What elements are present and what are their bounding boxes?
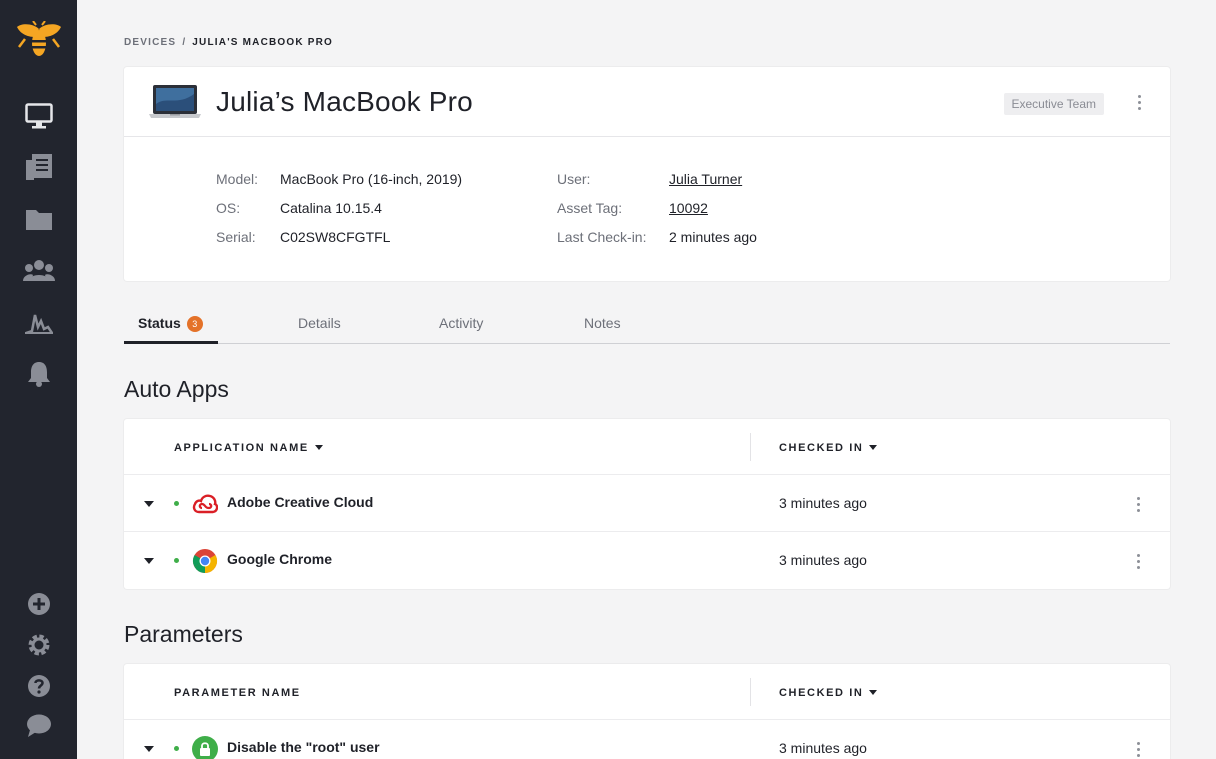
checked-in-time: 3 minutes ago [779, 495, 867, 511]
device-more-options-icon[interactable] [1131, 92, 1147, 112]
parameters-table: Parameter Name Checked In Disable the "r… [124, 664, 1170, 759]
parameter-name: Disable the "root" user [227, 739, 380, 755]
help-icon[interactable] [22, 669, 56, 703]
group-tag[interactable]: Executive Team [1003, 93, 1104, 115]
tab-status-label: Status [138, 315, 181, 331]
tab-notes[interactable]: Notes [584, 315, 621, 331]
breadcrumb-separator: / [182, 37, 187, 48]
parameter-name-column-header[interactable]: Parameter Name [174, 687, 301, 699]
table-header: Application Name Checked In [124, 419, 1170, 475]
row-more-options-icon[interactable] [1130, 494, 1146, 514]
app-name: Google Chrome [227, 551, 333, 567]
status-count-badge: 3 [186, 316, 203, 332]
folder-icon[interactable] [22, 202, 56, 236]
bell-icon[interactable] [22, 357, 56, 391]
users-icon[interactable] [22, 253, 56, 287]
column-label: Parameter Name [174, 687, 301, 699]
sort-caret-icon [869, 690, 878, 695]
page-title: Julia’s MacBook Pro [216, 86, 473, 117]
tab-status[interactable]: Status 3 [138, 315, 203, 332]
breadcrumb-devices-link[interactable]: Devices [124, 37, 176, 48]
expand-caret-icon[interactable] [144, 501, 154, 507]
model-label: Model: [216, 171, 259, 187]
laptop-icon [149, 85, 201, 118]
tab-activity[interactable]: Activity [439, 315, 483, 331]
row-more-options-icon[interactable] [1130, 551, 1146, 571]
auto-apps-table: Application Name Checked In Adobe Creati… [124, 419, 1170, 589]
asset-tag-label: Asset Tag: [557, 200, 623, 216]
serial-label: Serial: [216, 229, 256, 245]
application-name-column-header[interactable]: Application Name [174, 442, 323, 454]
device-card: Julia’s MacBook Pro Executive Team Model… [124, 67, 1170, 281]
checked-in-column-header[interactable]: Checked In [779, 442, 878, 454]
breadcrumb-current: Julia's MacBook Pro [192, 37, 334, 48]
last-checkin-label: Last Check-in: [557, 229, 647, 245]
asset-tag-link[interactable]: 10092 [669, 200, 708, 216]
bee-logo-icon[interactable] [15, 20, 63, 60]
app-name: Adobe Creative Cloud [227, 494, 374, 510]
tab-details[interactable]: Details [298, 315, 341, 331]
breadcrumb: Devices / Julia's MacBook Pro [124, 37, 333, 48]
checked-in-time: 3 minutes ago [779, 740, 867, 756]
column-divider [750, 433, 751, 461]
status-dot [174, 558, 179, 563]
column-label: Checked In [779, 687, 864, 699]
expand-caret-icon[interactable] [144, 746, 154, 752]
status-dot [174, 501, 179, 506]
table-row[interactable]: Adobe Creative Cloud 3 minutes ago [124, 475, 1170, 532]
auto-apps-title: Auto Apps [124, 376, 229, 402]
model-value: MacBook Pro (16-inch, 2019) [280, 171, 463, 187]
column-label: Checked In [779, 442, 864, 454]
expand-caret-icon[interactable] [144, 558, 154, 564]
active-tab-indicator [124, 341, 218, 344]
parameters-title: Parameters [124, 621, 243, 647]
monitor-icon[interactable] [22, 99, 56, 133]
google-chrome-icon [192, 549, 218, 573]
column-label: Application Name [174, 442, 309, 454]
table-row[interactable]: Google Chrome 3 minutes ago [124, 532, 1170, 589]
serial-value: C02SW8CFGTFL [280, 229, 391, 245]
sidebar [0, 0, 77, 759]
status-dot [174, 746, 179, 751]
main-content: Devices / Julia's MacBook Pro Julia’s Ma… [77, 0, 1216, 759]
os-value: Catalina 10.15.4 [280, 200, 382, 216]
table-header: Parameter Name Checked In [124, 664, 1170, 720]
checked-in-column-header[interactable]: Checked In [779, 687, 878, 699]
adobe-creative-cloud-icon [192, 494, 218, 514]
lock-icon [192, 736, 218, 759]
column-divider [750, 678, 751, 706]
library-icon[interactable] [22, 150, 56, 184]
os-label: OS: [216, 200, 241, 216]
sort-caret-icon [869, 445, 878, 450]
device-header: Julia’s MacBook Pro Executive Team [124, 67, 1170, 137]
user-label: User: [557, 171, 591, 187]
last-checkin-value: 2 minutes ago [669, 229, 757, 245]
chat-icon[interactable] [22, 709, 56, 743]
activity-chart-icon[interactable] [22, 306, 56, 340]
row-more-options-icon[interactable] [1130, 739, 1146, 759]
user-link[interactable]: Julia Turner [669, 171, 742, 187]
add-icon[interactable] [22, 587, 56, 621]
checked-in-time: 3 minutes ago [779, 552, 867, 568]
sort-caret-icon [314, 445, 323, 450]
tab-bar: Status 3 Details Activity Notes [124, 303, 1170, 344]
gear-icon[interactable] [22, 628, 56, 662]
table-row[interactable]: Disable the "root" user 3 minutes ago [124, 720, 1170, 759]
